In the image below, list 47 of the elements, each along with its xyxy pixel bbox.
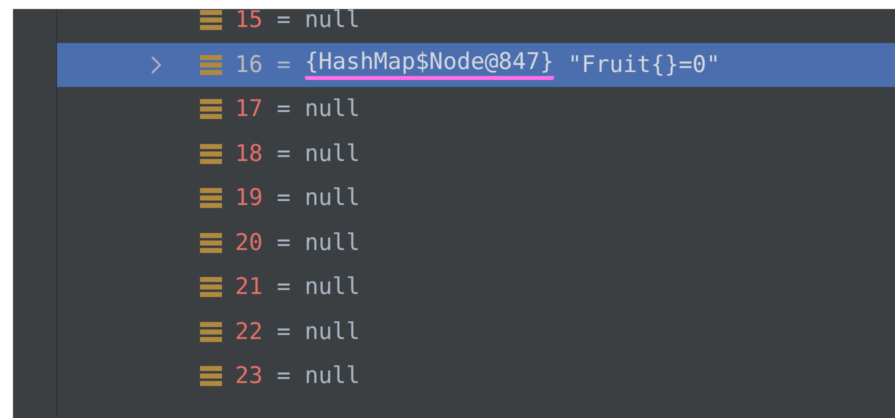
index-label: 19 — [235, 185, 263, 212]
variable-row[interactable]: 20 = null — [57, 220, 895, 265]
equals-sign: = — [276, 185, 291, 212]
variable-row[interactable]: 22 = null — [57, 310, 895, 354]
value-text: null — [304, 318, 360, 345]
equals-sign: = — [276, 230, 291, 256]
variable-row[interactable]: 23 = null — [57, 354, 895, 398]
equals-sign: = — [276, 52, 291, 78]
value-text: null — [304, 140, 360, 167]
index-label: 15 — [235, 9, 263, 34]
index-label: 16 — [235, 52, 263, 78]
equals-sign: = — [276, 363, 291, 390]
value-text: null — [304, 230, 360, 256]
index-label: 23 — [235, 363, 263, 390]
field-icon — [200, 142, 222, 165]
object-reference: {HashMap$Node@847} — [304, 49, 554, 80]
value-text: null — [304, 96, 360, 122]
value-text: null — [304, 363, 360, 390]
index-label: 20 — [235, 230, 263, 256]
equals-sign: = — [276, 9, 291, 34]
field-icon — [200, 320, 222, 343]
field-icon — [200, 365, 222, 388]
field-icon — [200, 187, 222, 210]
value-text: null — [304, 185, 360, 212]
variable-row[interactable]: 18 = null — [57, 132, 895, 176]
variable-row[interactable]: 21 = null — [57, 265, 895, 310]
index-label: 21 — [235, 274, 263, 300]
field-icon — [200, 98, 222, 120]
equals-sign: = — [276, 274, 291, 300]
variable-row[interactable]: 19 = null — [57, 176, 895, 220]
value-text: "Fruit{}=0" — [568, 52, 720, 78]
equals-sign: = — [276, 140, 291, 167]
variable-row[interactable]: 15 = null — [57, 9, 895, 42]
variable-row[interactable]: 17 = null — [57, 87, 895, 132]
field-icon — [200, 54, 222, 76]
field-icon — [200, 9, 222, 32]
field-icon — [200, 232, 222, 254]
field-icon — [200, 276, 222, 298]
index-label: 17 — [235, 96, 263, 122]
variable-row[interactable]: 16 = {HashMap$Node@847} "Fruit{}=0" — [57, 42, 895, 87]
value-text: null — [304, 274, 360, 300]
value-text: null — [304, 9, 360, 34]
index-label: 18 — [235, 140, 263, 167]
equals-sign: = — [276, 96, 291, 122]
chevron-icon[interactable] — [150, 54, 162, 75]
equals-sign: = — [276, 318, 291, 345]
index-label: 22 — [235, 318, 263, 345]
